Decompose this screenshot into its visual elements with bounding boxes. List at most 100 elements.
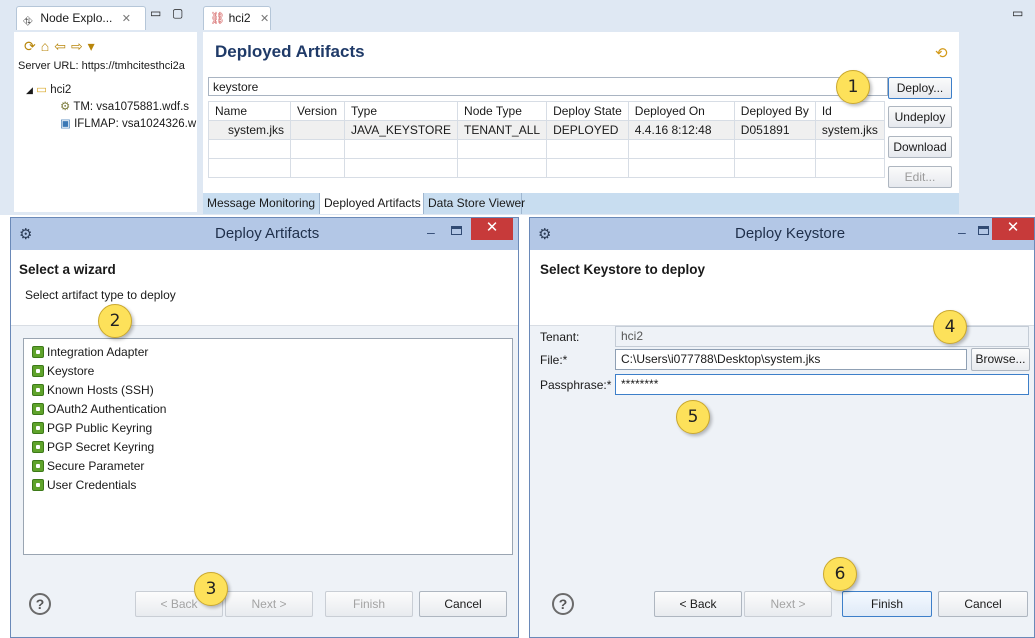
wizard-heading: Select Keystore to deploy	[540, 262, 706, 277]
back-arrow-icon[interactable]: ⇦	[54, 38, 71, 54]
tab-message-monitoring[interactable]: Message Monitoring	[203, 193, 320, 214]
tab-node-explorer[interactable]: ⛗ Node Explo... ✕	[16, 6, 146, 30]
undeploy-button[interactable]: Undeploy	[888, 106, 952, 128]
tenant-field: hci2	[615, 326, 1029, 347]
wizard-subheading: Select artifact type to deploy	[25, 288, 176, 302]
column-header[interactable]: Deployed By	[733, 101, 816, 121]
passphrase-field[interactable]: ********	[615, 374, 1029, 395]
column-header[interactable]: Version	[290, 101, 345, 121]
file-field[interactable]: C:\Users\i077788\Desktop\system.jks	[615, 349, 967, 370]
gears-icon: ⚙	[60, 101, 71, 113]
tab-deployed-artifacts[interactable]: Deployed Artifacts	[320, 193, 424, 214]
column-header[interactable]: Name	[208, 101, 291, 121]
app-icon: ⚙	[538, 226, 552, 243]
list-item-label: OAuth2 Authentication	[47, 402, 167, 416]
maximize-icon[interactable]	[978, 226, 989, 235]
help-icon[interactable]: ?	[29, 593, 51, 615]
tenant-label: Tenant:	[540, 330, 580, 344]
tree-view-icon: ⛗	[23, 14, 33, 28]
dialog-titlebar[interactable]: ⚙ Deploy Artifacts – ✕	[11, 218, 518, 250]
close-icon[interactable]: ✕	[992, 218, 1034, 240]
table-row-empty	[208, 158, 885, 178]
lock-icon	[32, 384, 44, 396]
table-header: Name Version Type Node Type Deploy State…	[208, 101, 885, 121]
next-button[interactable]: Next >	[225, 591, 313, 617]
artifact-type-list[interactable]: Integration Adapter Keystore Known Hosts…	[23, 338, 513, 555]
list-item[interactable]: User Credentials	[32, 478, 136, 492]
column-header[interactable]: Node Type	[457, 101, 548, 121]
list-item[interactable]: Known Hosts (SSH)	[32, 383, 154, 397]
cancel-button[interactable]: Cancel	[419, 591, 507, 617]
tree-node-iflmap-label: IFLMAP: vsa1024326.w	[74, 118, 197, 130]
explorer-toolbar: ⟳⌂⇦⇨▾	[24, 38, 100, 55]
column-header[interactable]: Deployed On	[627, 101, 735, 121]
close-icon[interactable]: ✕	[260, 13, 269, 25]
tree-root-hci2[interactable]: ◢ ▭ hci2	[26, 82, 71, 96]
maximize-icon[interactable]: ▢	[172, 6, 183, 20]
lock-icon	[32, 403, 44, 415]
list-item-label: User Credentials	[47, 478, 137, 492]
table-row[interactable]: system.jks JAVA_KEYSTORE TENANT_ALL DEPL…	[208, 120, 885, 140]
table-cell	[290, 120, 345, 140]
list-item[interactable]: Secure Parameter	[32, 459, 144, 473]
table-cell: TENANT_ALL	[457, 120, 548, 140]
list-item[interactable]: Integration Adapter	[32, 345, 148, 359]
next-button[interactable]: Next >	[744, 591, 832, 617]
column-header[interactable]: Id	[814, 101, 885, 121]
column-header[interactable]: Type	[343, 101, 459, 121]
edit-button[interactable]: Edit...	[888, 166, 952, 188]
artifacts-table: Name Version Type Node Type Deploy State…	[208, 101, 885, 178]
callout-1: 1	[836, 70, 870, 104]
tree-node-tm-label: TM: vsa1075881.wdf.s	[73, 101, 190, 113]
home-icon[interactable]: ⌂	[41, 38, 54, 54]
tab-data-store-viewer[interactable]: Data Store Viewer	[424, 193, 525, 214]
help-icon[interactable]: ?	[552, 593, 574, 615]
lock-icon	[32, 346, 44, 358]
filter-input[interactable]: keystore	[208, 77, 888, 96]
lock-icon	[32, 365, 44, 377]
view-menu-icon[interactable]: ▾	[88, 38, 100, 54]
close-icon[interactable]: ✕	[471, 218, 513, 240]
dialog-titlebar[interactable]: ⚙ Deploy Keystore – ✕	[530, 218, 1034, 250]
table-cell: system.jks	[814, 120, 885, 140]
column-header[interactable]: Deploy State	[546, 101, 629, 121]
lock-icon	[32, 422, 44, 434]
tab-hci2-editor[interactable]: ⛓ hci2 ✕	[203, 6, 271, 30]
lock-icon	[32, 441, 44, 453]
list-item[interactable]: Keystore	[32, 364, 94, 378]
list-item[interactable]: PGP Public Keyring	[32, 421, 152, 435]
passphrase-label: Passphrase:*	[540, 378, 612, 392]
callout-3: 3	[194, 572, 228, 606]
minimize-icon[interactable]: ▭	[1012, 6, 1023, 20]
tree-node-iflmap[interactable]: ▣ IFLMAP: vsa1024326.w	[60, 116, 196, 130]
list-item-label: Secure Parameter	[47, 459, 145, 473]
minimize-icon[interactable]: –	[427, 224, 435, 240]
back-button[interactable]: < Back	[654, 591, 742, 617]
hci-icon: ⛓	[210, 11, 226, 25]
expand-icon[interactable]: ◢	[26, 85, 33, 95]
connect-icon[interactable]: ⟳	[24, 38, 41, 54]
refresh-icon[interactable]: ⟲	[935, 44, 948, 62]
app-icon: ⚙	[19, 226, 33, 243]
tree-node-tm[interactable]: ⚙ TM: vsa1075881.wdf.s	[60, 99, 189, 113]
wizard-footer: ? < Back Next > Finish Cancel	[11, 581, 518, 637]
folder-icon: ▭	[36, 84, 47, 96]
finish-button[interactable]: Finish	[325, 591, 413, 617]
wizard-heading: Select a wizard	[19, 262, 116, 277]
list-item[interactable]: PGP Secret Keyring	[32, 440, 154, 454]
list-item-label: Known Hosts (SSH)	[47, 383, 154, 397]
finish-button[interactable]: Finish	[842, 591, 932, 617]
table-cell: DEPLOYED	[546, 120, 629, 140]
deploy-button[interactable]: Deploy...	[888, 77, 952, 99]
download-button[interactable]: Download	[888, 136, 952, 158]
forward-arrow-icon[interactable]: ⇨	[71, 38, 88, 54]
callout-5: 5	[676, 400, 710, 434]
deploy-artifacts-dialog: ⚙ Deploy Artifacts – ✕ Select a wizard S…	[10, 217, 519, 638]
maximize-icon[interactable]	[451, 226, 462, 235]
browse-button[interactable]: Browse...	[971, 348, 1030, 371]
close-icon[interactable]: ✕	[122, 13, 131, 25]
list-item[interactable]: OAuth2 Authentication	[32, 402, 166, 416]
minimize-icon[interactable]: ▭	[150, 6, 161, 20]
minimize-icon[interactable]: –	[958, 224, 966, 240]
cancel-button[interactable]: Cancel	[938, 591, 1028, 617]
